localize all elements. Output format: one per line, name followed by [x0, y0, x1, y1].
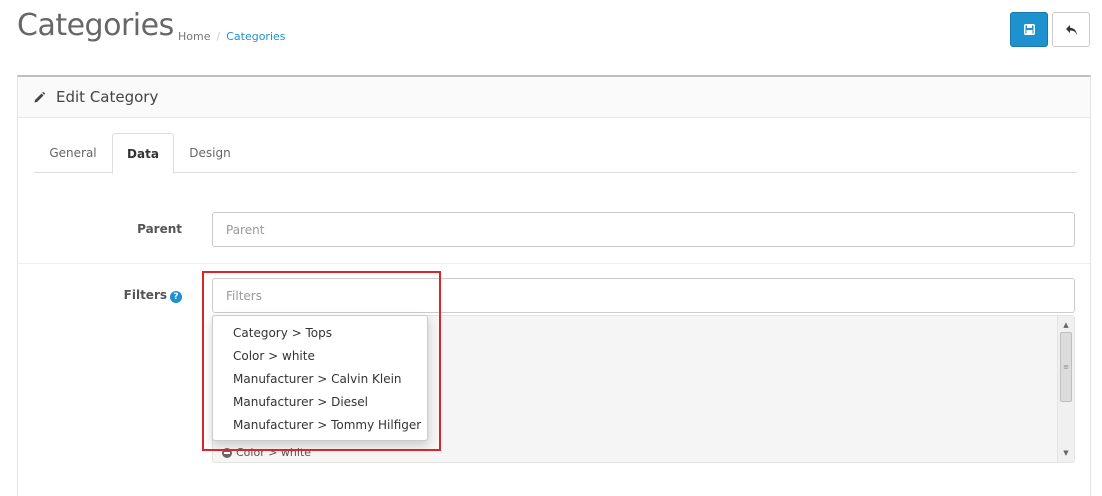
scroll-down-icon[interactable]: ▼: [1058, 446, 1074, 460]
parent-label: Parent: [137, 222, 182, 236]
tab-design[interactable]: Design: [174, 133, 246, 173]
filters-input[interactable]: [212, 278, 1075, 313]
panel-heading: Edit Category: [18, 77, 1090, 118]
scrollbar[interactable]: ▲ ≡ ▼: [1057, 316, 1074, 462]
autocomplete-item[interactable]: Manufacturer > Calvin Klein: [213, 368, 427, 391]
scroll-up-icon[interactable]: ▲: [1058, 318, 1074, 332]
breadcrumb: Home / Categories: [178, 30, 286, 43]
save-button[interactable]: [1010, 12, 1048, 47]
scroll-thumb[interactable]: ≡: [1060, 332, 1072, 402]
page-title: Categories: [17, 8, 174, 43]
autocomplete-item[interactable]: Manufacturer > Diesel: [213, 391, 427, 414]
tab-data[interactable]: Data: [112, 133, 174, 174]
selected-filter-item: Color > white: [222, 446, 311, 459]
breadcrumb-home[interactable]: Home: [178, 30, 210, 43]
autocomplete-item[interactable]: Category > Tops: [213, 322, 427, 345]
tab-general[interactable]: General: [34, 133, 112, 173]
parent-input[interactable]: [212, 212, 1075, 247]
breadcrumb-categories[interactable]: Categories: [226, 30, 285, 43]
pencil-icon: [34, 91, 46, 102]
floppy-disk-icon: [1023, 24, 1035, 35]
selected-filter-label: Color > white: [236, 446, 312, 459]
reply-arrow-icon: [1065, 24, 1077, 35]
tab-bar: General Data Design: [34, 133, 1077, 174]
autocomplete-item[interactable]: Manufacturer > Tommy Hilfiger: [213, 414, 427, 437]
filters-label: Filters?: [100, 288, 182, 303]
row-divider: [18, 263, 1090, 264]
remove-circle-icon[interactable]: [222, 447, 232, 458]
question-circle-icon[interactable]: ?: [170, 291, 182, 303]
filters-autocomplete-dropdown: Category > Tops Color > white Manufactur…: [212, 315, 428, 441]
back-button[interactable]: [1052, 12, 1090, 47]
breadcrumb-separator: /: [216, 30, 221, 43]
filters-label-text: Filters: [123, 288, 167, 302]
panel-title: Edit Category: [56, 88, 159, 106]
autocomplete-item[interactable]: Color > white: [213, 345, 427, 368]
